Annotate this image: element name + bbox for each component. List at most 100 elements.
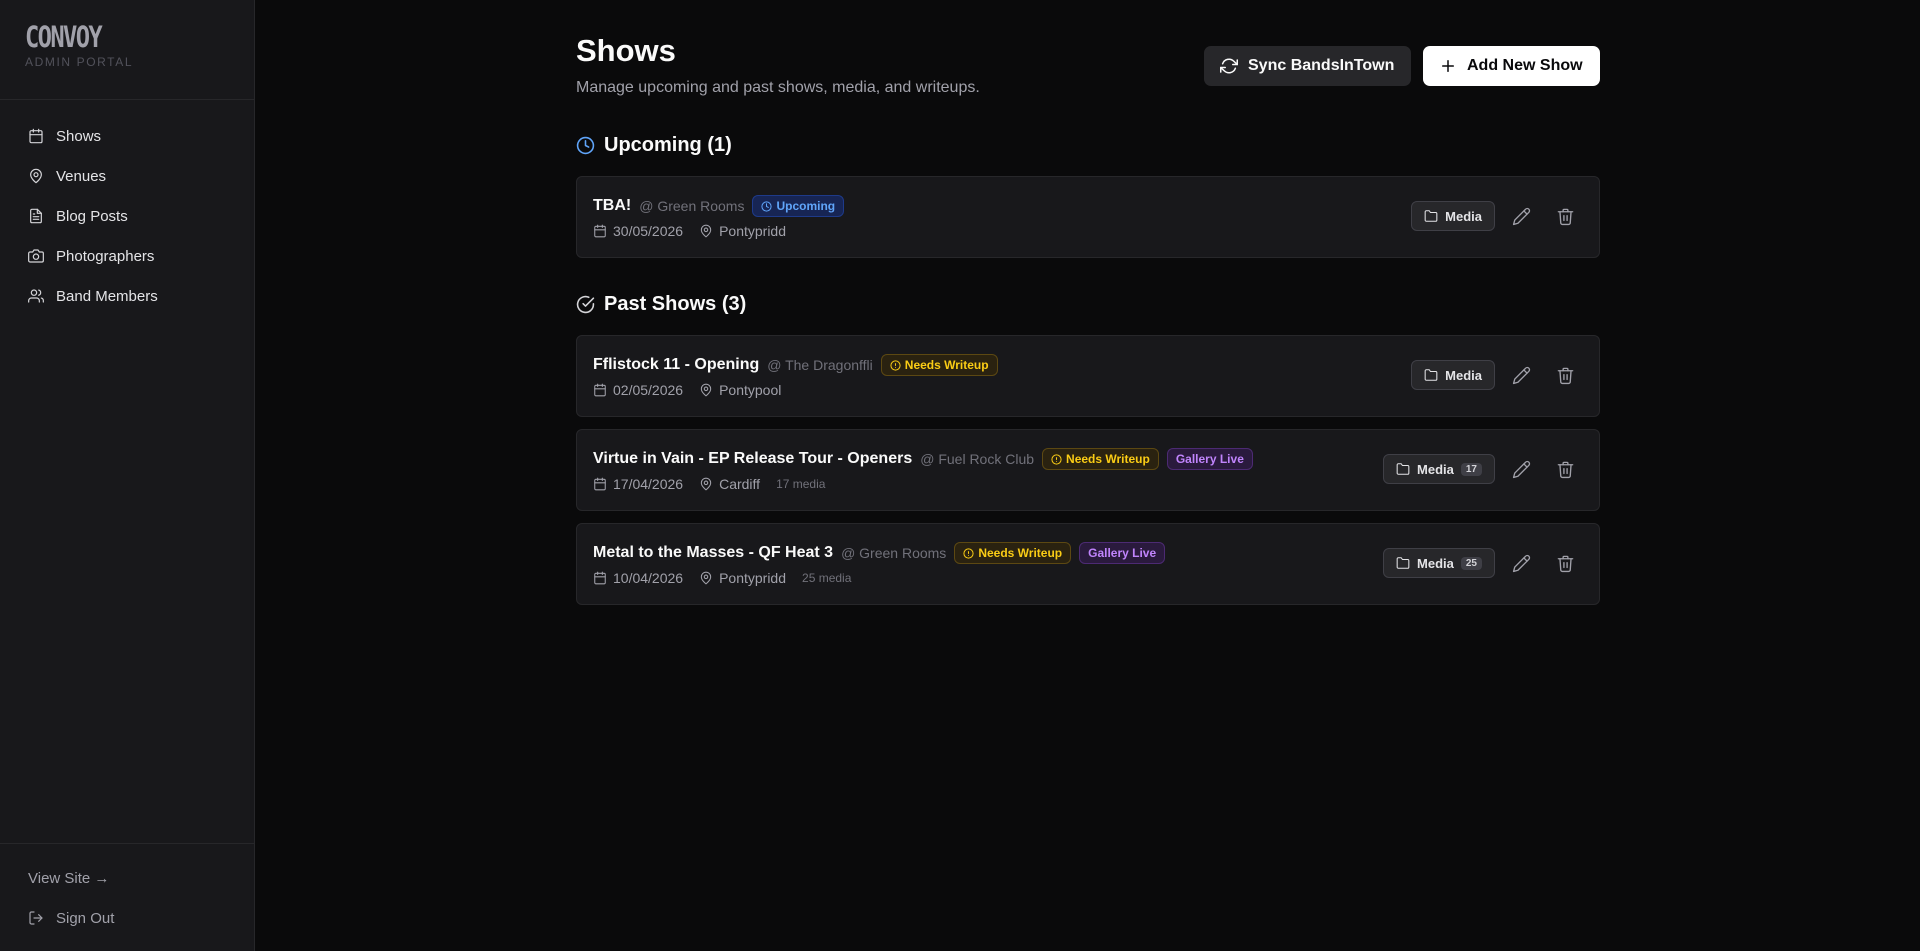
view-site-link[interactable]: View Site →	[0, 858, 254, 898]
map-pin-icon	[28, 168, 44, 184]
gallery-live-badge: Gallery Live	[1166, 448, 1253, 470]
sidebar-item-label: Venues	[56, 167, 107, 185]
badge-label: Needs Writeup	[1066, 452, 1150, 466]
upcoming-heading: Upcoming (1)	[604, 133, 732, 156]
show-venue: @ Green Rooms	[841, 545, 947, 561]
needs-writeup-badge: Needs Writeup	[880, 354, 998, 376]
show-name[interactable]: Metal to the Masses - QF Heat 3	[593, 544, 833, 562]
pencil-icon	[1512, 366, 1531, 385]
upcoming-section-title: Upcoming (1)	[576, 130, 1600, 160]
sidebar-item-blog-posts[interactable]: Blog Posts	[0, 196, 254, 236]
logo[interactable]: CONVOY	[25, 21, 213, 53]
folder-icon	[1396, 556, 1410, 570]
map-pin-icon	[699, 477, 713, 491]
clock-icon	[576, 136, 595, 155]
needs-writeup-badge: Needs Writeup	[954, 542, 1072, 564]
media-count-pill: 25	[1460, 556, 1482, 570]
folder-icon	[1424, 368, 1438, 382]
brand-subtitle: ADMIN PORTAL	[25, 55, 134, 69]
needs-writeup-badge: Needs Writeup	[1042, 448, 1159, 470]
pencil-icon	[1512, 207, 1531, 226]
folder-icon	[1396, 462, 1410, 476]
show-location: Pontypool	[699, 382, 781, 398]
date-text: 17/04/2026	[613, 476, 684, 492]
calendar-icon	[593, 224, 607, 238]
media-count-pill: 17	[1460, 462, 1482, 476]
edit-button[interactable]	[1503, 548, 1539, 578]
folder-icon	[1424, 209, 1438, 223]
media-label: Media	[1445, 208, 1482, 224]
alert-circle-icon	[890, 359, 901, 371]
media-button[interactable]: Media	[1411, 201, 1495, 231]
badge-label: Needs Writeup	[904, 358, 989, 372]
sidebar-item-label: Photographers	[56, 247, 155, 265]
sidebar: CONVOY ADMIN PORTAL Shows Venues Blog Po…	[0, 0, 255, 951]
date-text: 10/04/2026	[613, 570, 684, 586]
media-label: Media	[1445, 367, 1482, 383]
gallery-live-badge: Gallery Live	[1079, 542, 1166, 564]
sidebar-item-band-members[interactable]: Band Members	[0, 276, 254, 316]
delete-button[interactable]	[1547, 548, 1583, 578]
delete-button[interactable]	[1547, 201, 1583, 231]
show-venue: @ Green Rooms	[639, 198, 745, 214]
show-name[interactable]: Fflistock 11 - Opening	[593, 356, 759, 374]
trash-icon	[1556, 554, 1575, 573]
sidebar-item-shows[interactable]: Shows	[0, 116, 254, 156]
pencil-icon	[1512, 554, 1531, 573]
sync-bandsintown-button[interactable]: Sync BandsInTown	[1204, 46, 1411, 86]
users-icon	[28, 288, 44, 304]
show-venue: @ Fuel Rock Club	[920, 451, 1035, 467]
camera-icon	[28, 248, 44, 264]
calendar-icon	[593, 571, 607, 585]
show-date: 17/04/2026	[593, 476, 683, 492]
alert-circle-icon	[1051, 453, 1062, 465]
show-card: TBA! @ Green Rooms Upcoming 30/05/2026 P…	[576, 176, 1600, 258]
media-button[interactable]: Media 17	[1383, 454, 1495, 484]
badge-label: Needs Writeup	[978, 546, 1063, 560]
trash-icon	[1556, 366, 1575, 385]
location-text: Pontypool	[719, 382, 782, 398]
sidebar-item-label: Blog Posts	[56, 207, 128, 225]
show-date: 10/04/2026	[593, 570, 683, 586]
main-content: Shows Manage upcoming and past shows, me…	[576, 0, 1600, 605]
edit-button[interactable]	[1503, 201, 1539, 231]
trash-icon	[1556, 460, 1575, 479]
badge-label: Upcoming	[776, 199, 836, 213]
media-count-text: 25 media	[802, 571, 852, 585]
sign-out-button[interactable]: Sign Out	[0, 898, 254, 938]
refresh-icon	[1220, 57, 1238, 75]
edit-button[interactable]	[1503, 360, 1539, 390]
past-section-title: Past Shows (3)	[576, 289, 1600, 319]
sidebar-item-venues[interactable]: Venues	[0, 156, 254, 196]
edit-button[interactable]	[1503, 454, 1539, 484]
date-text: 02/05/2026	[613, 382, 684, 398]
sidebar-item-label: Shows	[56, 127, 102, 145]
show-date: 30/05/2026	[593, 223, 683, 239]
calendar-icon	[593, 477, 607, 491]
delete-button[interactable]	[1547, 360, 1583, 390]
map-pin-icon	[699, 571, 713, 585]
delete-button[interactable]	[1547, 454, 1583, 484]
add-new-show-button[interactable]: Add New Show	[1423, 46, 1600, 86]
check-circle-icon	[576, 295, 595, 314]
show-card: Fflistock 11 - Opening @ The Dragonffli …	[576, 335, 1600, 417]
show-name[interactable]: Virtue in Vain - EP Release Tour - Opene…	[593, 450, 912, 468]
page-header: Shows Manage upcoming and past shows, me…	[576, 0, 1600, 130]
pencil-icon	[1512, 460, 1531, 479]
past-heading: Past Shows (3)	[604, 292, 747, 315]
media-button[interactable]: Media 25	[1383, 548, 1495, 578]
status-badge: Upcoming	[752, 195, 845, 217]
sidebar-footer: View Site → Sign Out	[0, 843, 254, 951]
page-subtitle: Manage upcoming and past shows, media, a…	[576, 79, 980, 96]
location-text: Pontypridd	[719, 223, 787, 239]
add-label: Add New Show	[1467, 57, 1583, 74]
show-location: Pontypridd	[699, 570, 786, 586]
sidebar-nav: Shows Venues Blog Posts Photographers Ba…	[0, 100, 254, 316]
trash-icon	[1556, 207, 1575, 226]
sidebar-item-photographers[interactable]: Photographers	[0, 236, 254, 276]
sync-label: Sync BandsInTown	[1248, 57, 1395, 74]
alert-circle-icon	[963, 547, 974, 559]
show-location: Cardiff	[699, 476, 760, 492]
media-button[interactable]: Media	[1411, 360, 1495, 390]
show-name[interactable]: TBA!	[593, 197, 631, 215]
